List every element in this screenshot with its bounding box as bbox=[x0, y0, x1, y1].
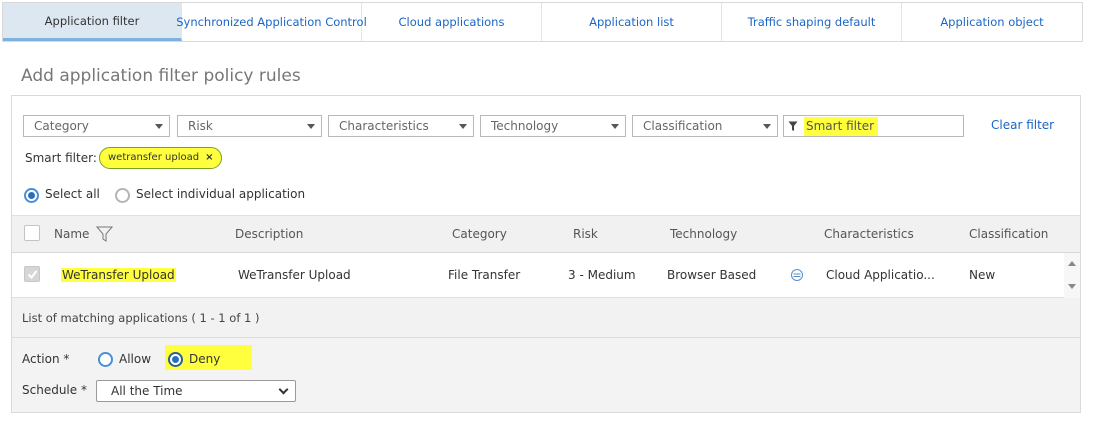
row-characteristics: Cloud Applicatio... bbox=[826, 268, 935, 282]
close-icon[interactable]: × bbox=[205, 152, 213, 163]
column-header-category[interactable]: Category bbox=[452, 227, 507, 241]
column-header-description[interactable]: Description bbox=[235, 227, 303, 241]
select-all-checkbox[interactable] bbox=[24, 225, 40, 241]
tab-application-object[interactable]: Application object bbox=[902, 3, 1082, 41]
category-dropdown[interactable]: Category bbox=[23, 115, 170, 137]
funnel-icon bbox=[788, 121, 798, 131]
table-row[interactable]: WeTransfer Upload WeTransfer Upload File… bbox=[12, 253, 1064, 298]
risk-dropdown[interactable]: Risk bbox=[177, 115, 322, 137]
select-all-radio[interactable] bbox=[24, 188, 39, 203]
row-technology: Browser Based bbox=[667, 268, 757, 282]
smart-filter-chip-text: wetransfer upload bbox=[108, 152, 200, 163]
select-all-label[interactable]: Select all bbox=[45, 187, 100, 201]
tab-application-list[interactable]: Application list bbox=[542, 3, 722, 41]
schedule-select[interactable]: All the Time bbox=[96, 380, 296, 402]
tab-traffic-shaping-default[interactable]: Traffic shaping default bbox=[722, 3, 902, 41]
characteristics-dropdown[interactable]: Characteristics bbox=[328, 115, 474, 137]
select-individual-label[interactable]: Select individual application bbox=[136, 187, 305, 201]
clear-filter-link[interactable]: Clear filter bbox=[991, 118, 1054, 132]
schedule-select-value: All the Time bbox=[111, 384, 183, 398]
column-filter-icon[interactable] bbox=[96, 226, 113, 242]
filter-policy-panel: Category Risk Characteristics Technology… bbox=[11, 95, 1081, 413]
classification-dropdown-label: Classification bbox=[643, 119, 723, 133]
matching-applications-count: List of matching applications ( 1 - 1 of… bbox=[22, 311, 260, 325]
smart-filter-input[interactable]: Smart filter bbox=[783, 115, 964, 137]
smart-filter-chip[interactable]: wetransfer upload × bbox=[99, 147, 223, 169]
classification-dropdown[interactable]: Classification bbox=[632, 115, 778, 137]
tab-bar: Application filter Synchronized Applicat… bbox=[2, 2, 1083, 42]
column-header-risk[interactable]: Risk bbox=[573, 227, 598, 241]
caret-down-icon bbox=[763, 124, 771, 129]
technology-dropdown[interactable]: Technology bbox=[480, 115, 626, 137]
category-dropdown-label: Category bbox=[34, 119, 89, 133]
caret-down-icon bbox=[459, 124, 467, 129]
smart-filter-placeholder: Smart filter bbox=[804, 117, 879, 136]
smart-filter-label: Smart filter: bbox=[25, 151, 97, 165]
row-description: WeTransfer Upload bbox=[238, 268, 351, 282]
action-schedule-section: Action * Allow Deny Schedule * All the T… bbox=[12, 338, 1080, 412]
schedule-label: Schedule * bbox=[22, 383, 87, 397]
deny-radio[interactable] bbox=[168, 352, 183, 367]
technology-dropdown-label: Technology bbox=[491, 119, 559, 133]
matching-applications-bar: List of matching applications ( 1 - 1 of… bbox=[12, 298, 1080, 338]
caret-down-icon bbox=[611, 124, 619, 129]
column-header-technology[interactable]: Technology bbox=[670, 227, 737, 241]
allow-label[interactable]: Allow bbox=[119, 352, 151, 366]
table-scrollbar[interactable] bbox=[1064, 253, 1080, 298]
table-header: Name Description Category Risk Technolog… bbox=[12, 215, 1080, 253]
deny-label[interactable]: Deny bbox=[189, 352, 220, 366]
column-header-classification[interactable]: Classification bbox=[969, 227, 1048, 241]
scroll-up-icon[interactable] bbox=[1068, 261, 1076, 266]
risk-dropdown-label: Risk bbox=[188, 119, 213, 133]
scroll-down-icon[interactable] bbox=[1068, 284, 1076, 289]
tab-application-filter[interactable]: Application filter bbox=[3, 3, 182, 41]
tab-cloud-applications[interactable]: Cloud applications bbox=[362, 3, 542, 41]
chevron-down-icon bbox=[278, 384, 289, 395]
column-header-characteristics[interactable]: Characteristics bbox=[824, 227, 914, 241]
action-label: Action * bbox=[22, 352, 70, 366]
characteristics-dropdown-label: Characteristics bbox=[339, 119, 429, 133]
page-title: Add application filter policy rules bbox=[21, 66, 301, 86]
cloud-characteristic-icon bbox=[791, 269, 803, 281]
tab-synchronized-application-control[interactable]: Synchronized Application Control bbox=[176, 3, 367, 41]
column-header-name[interactable]: Name bbox=[54, 227, 89, 241]
row-classification: New bbox=[969, 268, 996, 282]
checkmark-icon bbox=[27, 270, 38, 280]
caret-down-icon bbox=[307, 124, 315, 129]
caret-down-icon bbox=[155, 124, 163, 129]
row-category: File Transfer bbox=[448, 268, 521, 282]
row-checkbox[interactable] bbox=[24, 266, 40, 282]
allow-radio[interactable] bbox=[98, 352, 113, 367]
row-name: WeTransfer Upload bbox=[61, 268, 176, 282]
row-risk: 3 - Medium bbox=[568, 268, 636, 282]
select-individual-radio[interactable] bbox=[115, 188, 130, 203]
